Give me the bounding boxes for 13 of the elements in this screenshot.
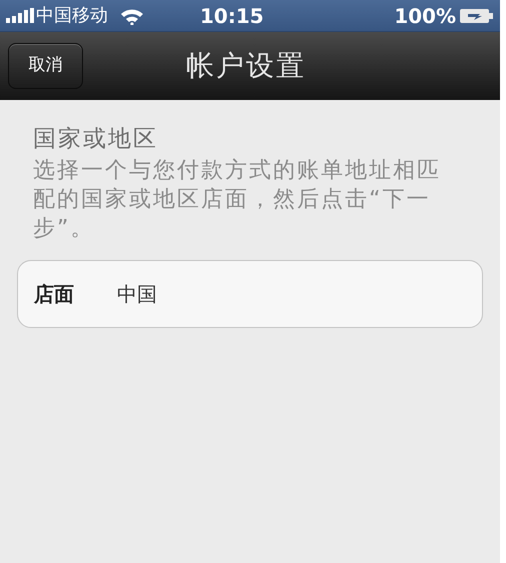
wifi-icon <box>120 6 144 24</box>
battery-icon <box>460 8 494 24</box>
signal-icon <box>6 8 34 24</box>
nav-title: 帐户设置 <box>186 48 306 84</box>
battery-percent: 100% <box>394 6 456 26</box>
status-time: 10:15 <box>200 6 264 26</box>
row-value: 中国 <box>117 281 157 308</box>
carrier-name: 中国移动 <box>36 6 108 24</box>
row-label: 店面 <box>34 281 75 308</box>
section-description: 选择一个与您付款方式的账单地址相匹配的国家或地区店面，然后点击“下一步”。 <box>33 157 442 243</box>
section-title: 国家或地区 <box>33 125 159 154</box>
cancel-button[interactable]: 取消 <box>8 43 83 89</box>
store-row[interactable]: 店面 中国 <box>17 260 483 328</box>
